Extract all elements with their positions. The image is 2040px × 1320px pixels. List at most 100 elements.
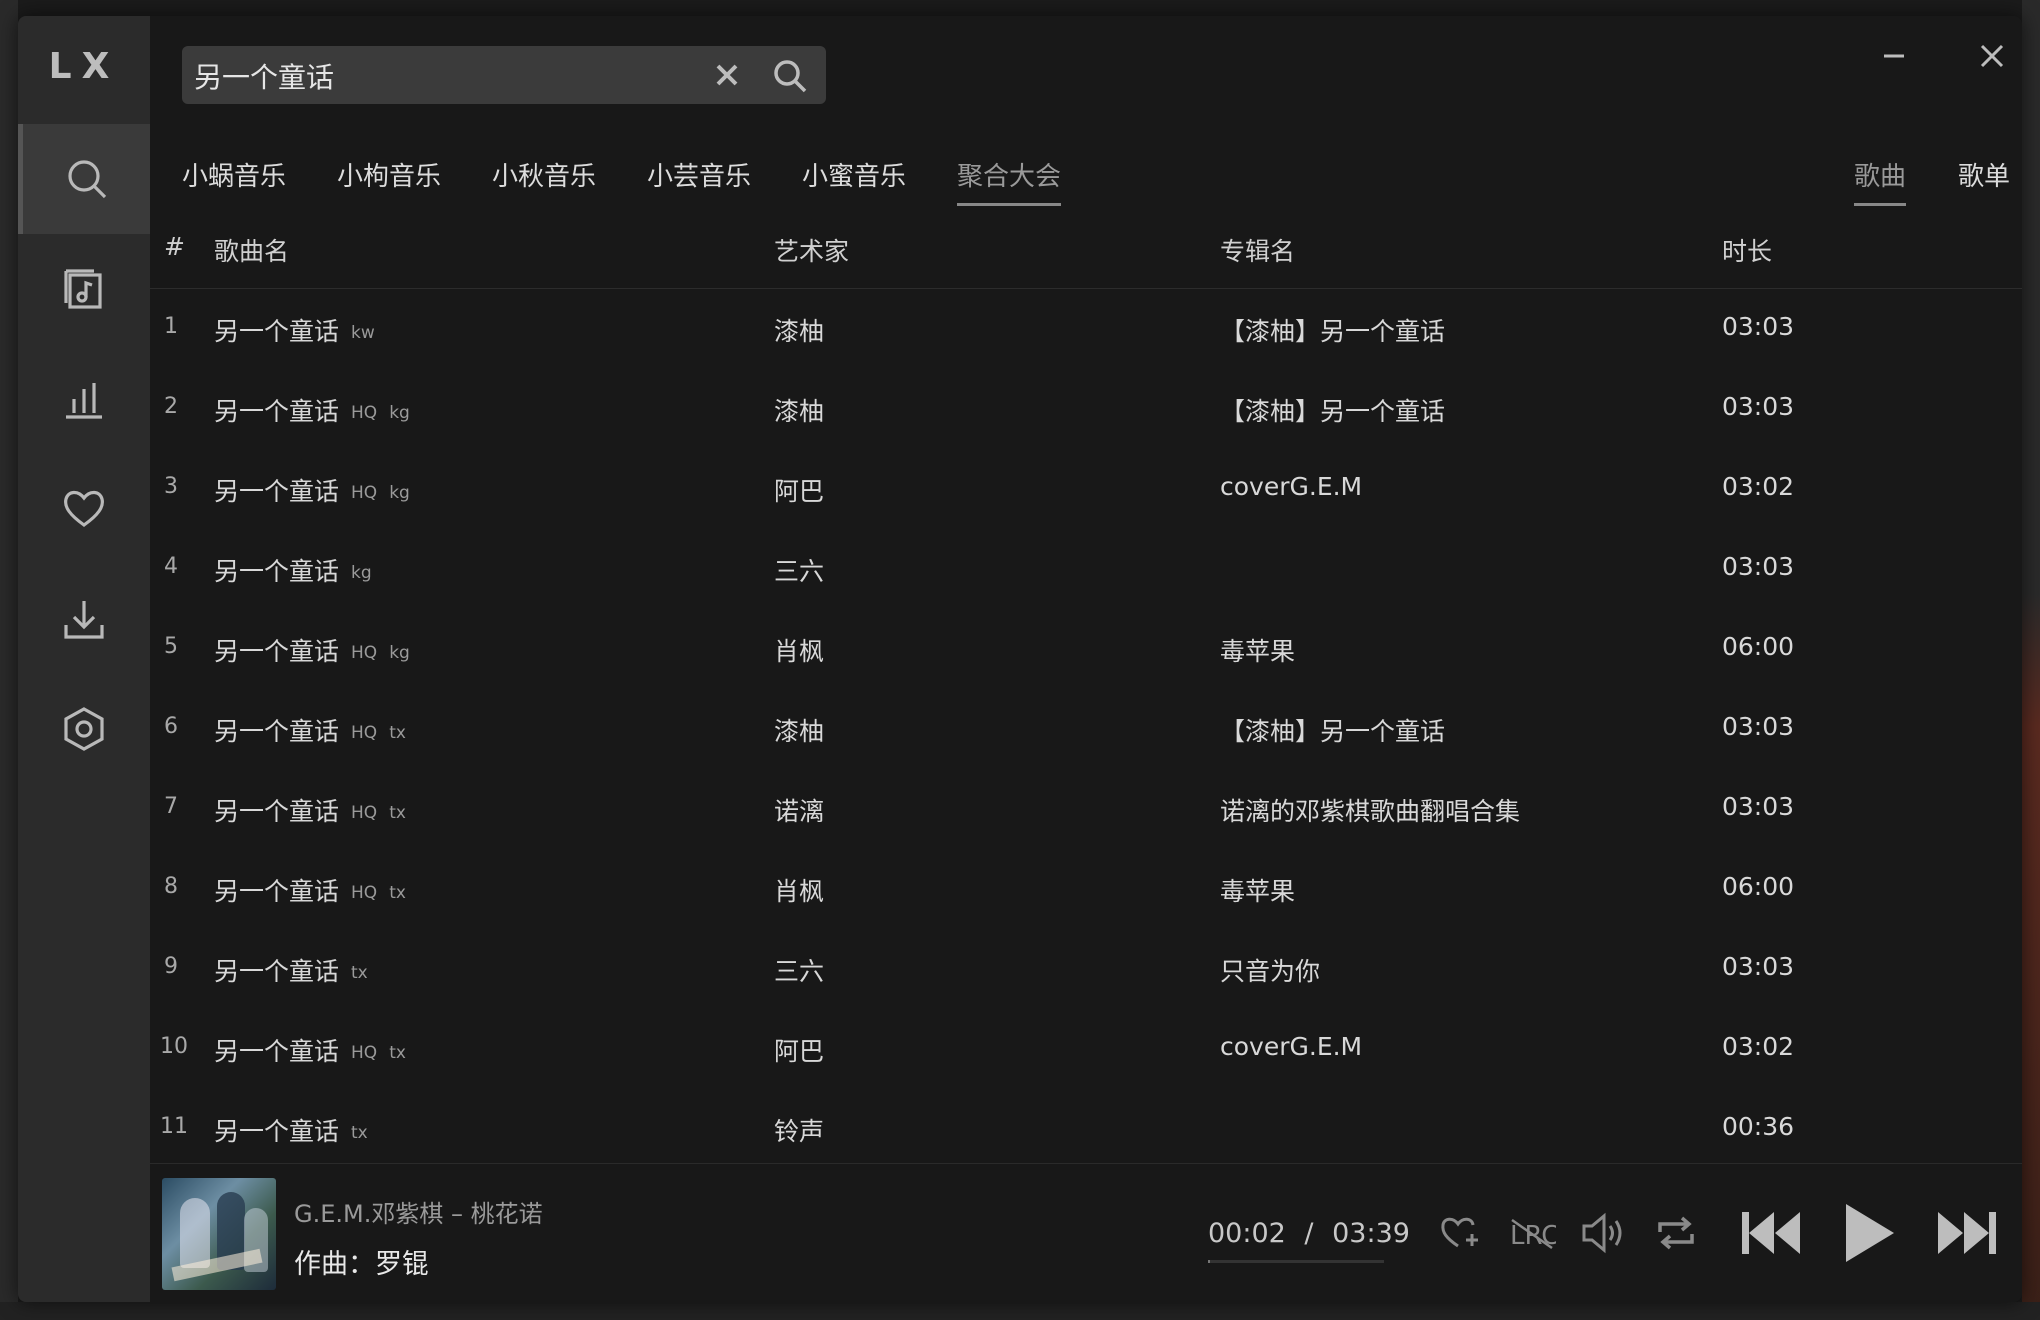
tab-songs[interactable]: 歌曲	[1854, 156, 1907, 206]
artist-name: 三六	[774, 957, 825, 986]
favorite-button[interactable]	[1438, 1212, 1482, 1252]
row-number: 10	[160, 1034, 188, 1059]
tab-source-4[interactable]: 小芸音乐	[647, 156, 751, 203]
header-num: #	[164, 232, 185, 261]
tab-playlists[interactable]: 歌单	[1958, 156, 2010, 203]
tab-source-2[interactable]: 小枸音乐	[337, 156, 441, 203]
quality-badge: HQ	[351, 643, 378, 663]
next-button[interactable]	[1936, 1208, 1998, 1258]
search-bar	[182, 46, 826, 106]
song-name-cell: 另一个童话 HQ tx	[214, 712, 406, 748]
table-row[interactable]: 5 另一个童话 HQ kg 肖枫 毒苹果 06:00	[150, 610, 2022, 690]
table-row[interactable]: 11 另一个童话 tx 铃声 00:36	[150, 1090, 2022, 1170]
table-row[interactable]: 4 另一个童话 kg 三六 03:03	[150, 530, 2022, 610]
header-artist: 艺术家	[774, 237, 850, 266]
song-name: 另一个童话	[214, 557, 340, 586]
progress-bar[interactable]	[1208, 1260, 1384, 1263]
song-name-cell: 另一个童话 HQ tx	[214, 1032, 406, 1068]
song-name: 另一个童话	[214, 1037, 340, 1066]
table-row[interactable]: 2 另一个童话 HQ kg 漆柚 【漆柚】另一个童话 03:03	[150, 370, 2022, 450]
album-name: 毒苹果	[1220, 877, 1296, 906]
artist-name: 漆柚	[774, 317, 825, 346]
close-icon[interactable]	[1972, 36, 2012, 76]
time-display: 00:02 / 03:39	[1208, 1218, 1410, 1249]
main-content: 小蜗音乐 小枸音乐 小秋音乐 小芸音乐 小蜜音乐 聚合大会 歌曲 歌单 # 歌曲…	[150, 16, 2022, 1302]
artist-name: 三六	[774, 557, 825, 586]
table-row[interactable]: 3 另一个童话 HQ kg 阿巴 coverG.E.M 03:02	[150, 450, 2022, 530]
album-name: 只音为你	[1220, 957, 1321, 986]
album-name: 毒苹果	[1220, 637, 1296, 666]
header-duration: 时长	[1722, 237, 1773, 266]
tab-source-6[interactable]: 聚合大会	[957, 156, 1062, 206]
table-row[interactable]: 10 另一个童话 HQ tx 阿巴 coverG.E.M 03:02	[150, 1010, 2022, 1090]
repeat-button[interactable]	[1654, 1212, 1698, 1254]
track-title[interactable]: G.E.M.邓紫棋 – 桃花诺	[294, 1194, 543, 1229]
header-album: 专辑名	[1220, 237, 1296, 266]
sidebar-item-settings[interactable]	[18, 674, 150, 784]
app-logo: LX	[48, 46, 120, 87]
play-button[interactable]	[1842, 1202, 1896, 1264]
volume-button[interactable]	[1580, 1212, 1630, 1254]
table-row[interactable]: 9 另一个童话 tx 三六 只音为你 03:03	[150, 930, 2022, 1010]
clear-icon[interactable]	[712, 60, 742, 90]
row-number: 9	[164, 954, 178, 979]
header-name: 歌曲名	[214, 237, 290, 266]
song-duration: 03:03	[1722, 312, 1795, 341]
artist-name: 阿巴	[774, 477, 825, 506]
bar-chart-icon	[66, 383, 102, 419]
lyrics-button[interactable]: LRC	[1508, 1214, 1556, 1252]
tab-source-3[interactable]: 小秋音乐	[492, 156, 596, 203]
song-duration: 03:02	[1722, 1032, 1795, 1061]
song-name: 另一个童话	[214, 397, 340, 426]
song-name-cell: 另一个童话 tx	[214, 1112, 368, 1148]
song-duration: 03:03	[1722, 552, 1795, 581]
song-name-cell: 另一个童话 HQ kg	[214, 392, 410, 428]
heart-add-icon	[1441, 1217, 1478, 1248]
artist-name: 铃声	[774, 1117, 825, 1146]
song-duration: 03:02	[1722, 472, 1795, 501]
quality-badge: kg	[351, 563, 372, 583]
song-name: 另一个童话	[214, 477, 340, 506]
search-icon	[67, 160, 106, 199]
sidebar-item-song-list[interactable]	[18, 234, 150, 344]
sidebar-item-search[interactable]	[18, 124, 150, 234]
album-name: 【漆柚】另一个童话	[1220, 717, 1446, 746]
settings-icon	[64, 707, 104, 751]
album-name: coverG.E.M	[1220, 472, 1363, 501]
song-list: 1 另一个童话 kw 漆柚 【漆柚】另一个童话 03:03 2 另一个童话 HQ kg 漆柚 【漆柚】…	[150, 290, 2022, 1170]
artist-name: 漆柚	[774, 717, 825, 746]
volume-icon	[1582, 1212, 1622, 1254]
table-row[interactable]: 6 另一个童话 HQ tx 漆柚 【漆柚】另一个童话 03:03	[150, 690, 2022, 770]
tab-source-1[interactable]: 小蜗音乐	[182, 156, 286, 203]
minimize-icon[interactable]	[1874, 36, 1914, 76]
song-duration: 03:03	[1722, 792, 1795, 821]
table-row[interactable]: 7 另一个童话 HQ tx 诺漓 诺漓的邓紫棋歌曲翻唱合集 03:03	[150, 770, 2022, 850]
sidebar-item-download[interactable]	[18, 564, 150, 674]
lyric-line: 作曲：罗锟	[294, 1249, 429, 1280]
sidebar-item-leaderboard[interactable]	[18, 344, 150, 454]
song-name-cell: 另一个童话 HQ kg	[214, 632, 410, 668]
repeat-icon	[1658, 1216, 1694, 1250]
song-duration: 03:03	[1722, 712, 1795, 741]
lrc-icon: LRC	[1510, 1218, 1556, 1251]
table-row[interactable]: 1 另一个童话 kw 漆柚 【漆柚】另一个童话 03:03	[150, 290, 2022, 370]
quality-badge: tx	[389, 883, 406, 903]
table-row[interactable]: 8 另一个童话 HQ tx 肖枫 毒苹果 06:00	[150, 850, 2022, 930]
quality-badge: tx	[389, 1043, 406, 1063]
quality-badge: tx	[389, 803, 406, 823]
song-name: 另一个童话	[214, 317, 340, 346]
tab-source-5[interactable]: 小蜜音乐	[802, 156, 906, 203]
song-name-cell: 另一个童话 kg	[214, 552, 372, 588]
sidebar-item-favorites[interactable]	[18, 454, 150, 564]
quality-badge: kg	[389, 483, 410, 503]
song-name-cell: 另一个童话 HQ tx	[214, 792, 406, 828]
quality-badge: HQ	[351, 723, 378, 743]
search-input[interactable]	[192, 46, 696, 106]
quality-badge: tx	[351, 1123, 368, 1143]
row-number: 5	[164, 634, 178, 659]
album-cover[interactable]	[162, 1178, 276, 1290]
artist-name: 阿巴	[774, 1037, 825, 1066]
previous-button[interactable]	[1740, 1208, 1802, 1258]
quality-badge: HQ	[351, 1043, 378, 1063]
search-icon[interactable]	[772, 58, 808, 94]
